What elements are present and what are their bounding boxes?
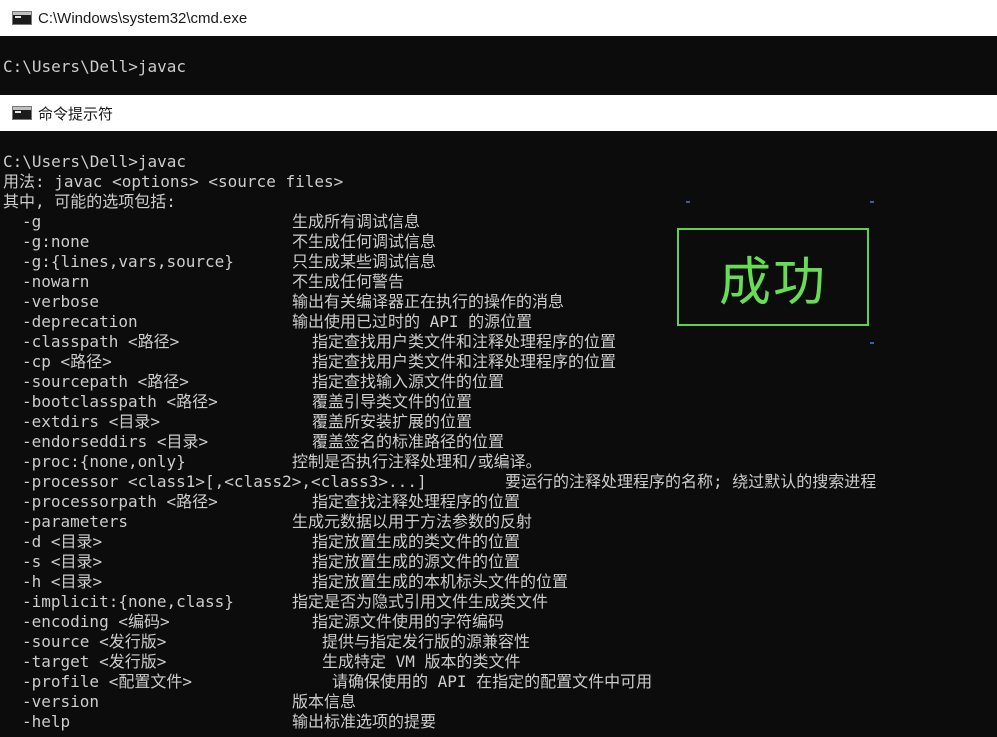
window-title: 命令提示符 [38, 105, 114, 123]
option-row: -proc:{none,only} 控制是否执行注释处理和/或编译。 [0, 452, 997, 472]
option-description: 提供与指定发行版的源兼容性 [322, 632, 531, 651]
option-flag: -proc:{none,only} [22, 452, 186, 471]
options-intro: 其中, 可能的选项包括: [3, 192, 176, 211]
option-description: 控制是否执行注释处理和/或编译。 [292, 452, 542, 471]
corner-mark [870, 342, 874, 344]
title-bar-cmd[interactable]: C:\Windows\system32\cmd.exe [0, 0, 997, 36]
terminal-pane-2[interactable]: C:\Users\Dell>javac 用法: javac <options> … [0, 131, 997, 737]
option-flag: -encoding <编码> [22, 612, 170, 631]
option-flag: -g [22, 212, 42, 231]
option-row: -extdirs <目录> 覆盖所安装扩展的位置 [0, 412, 997, 432]
option-description: 指定放置生成的源文件的位置 [312, 552, 521, 571]
option-flag: -parameters [22, 512, 128, 531]
option-flag: -classpath <路径> [22, 332, 180, 351]
option-description: 不生成任何警告 [292, 272, 405, 291]
usage-line: 用法: javac <options> <source files> [3, 172, 344, 191]
prompt-line: C:\Users\Dell>javac [3, 57, 187, 76]
cmd-icon [12, 11, 32, 25]
window-title: C:\Windows\system32\cmd.exe [38, 9, 248, 27]
option-row: -profile <配置文件> 请确保使用的 API 在指定的配置文件中可用 [0, 672, 997, 692]
option-flag: -sourcepath <路径> [22, 372, 189, 391]
success-annotation: 成功 [677, 228, 869, 326]
option-row: -source <发行版> 提供与指定发行版的源兼容性 [0, 632, 997, 652]
option-flag: -profile <配置文件> [22, 672, 192, 691]
option-description: 指定查找注释处理程序的位置 [312, 492, 521, 511]
option-description: 只生成某些调试信息 [292, 252, 437, 271]
prompt-line: C:\Users\Dell>javac [3, 152, 187, 171]
option-row: -d <目录> 指定放置生成的类文件的位置 [0, 532, 997, 552]
option-flag: -target <发行版> [22, 652, 167, 671]
option-description: 指定放置生成的本机标头文件的位置 [312, 572, 569, 591]
option-flag: -implicit:{none,class} [22, 592, 234, 611]
option-description: 输出标准选项的提要 [292, 712, 437, 731]
option-row: -target <发行版> 生成特定 VM 版本的类文件 [0, 652, 997, 672]
option-flag: -source <发行版> [22, 632, 167, 651]
option-description: 生成元数据以用于方法参数的反射 [292, 512, 533, 531]
option-row: -implicit:{none,class} 指定是否为隐式引用文件生成类文件 [0, 592, 997, 612]
option-row: -version 版本信息 [0, 692, 997, 712]
option-row: -classpath <路径> 指定查找用户类文件和注释处理程序的位置 [0, 332, 997, 352]
option-row: -s <目录> 指定放置生成的源文件的位置 [0, 552, 997, 572]
option-description: 覆盖引导类文件的位置 [312, 392, 473, 411]
option-description: 指定放置生成的类文件的位置 [312, 532, 521, 551]
option-description: 生成所有调试信息 [292, 212, 421, 231]
option-description: 不生成任何调试信息 [292, 232, 437, 251]
option-flag: -g:none [22, 232, 90, 251]
option-description: 指定查找用户类文件和注释处理程序的位置 [312, 352, 617, 371]
option-flag: -h <目录> [22, 572, 103, 591]
title-bar-command-prompt[interactable]: 命令提示符 [0, 95, 997, 131]
option-row: -sourcepath <路径> 指定查找输入源文件的位置 [0, 372, 997, 392]
option-row: -bootclasspath <路径> 覆盖引导类文件的位置 [0, 392, 997, 412]
option-flag: -cp <路径> [22, 352, 112, 371]
option-description: 覆盖所安装扩展的位置 [312, 412, 473, 431]
option-flag: -d <目录> [22, 532, 103, 551]
option-description: 请确保使用的 API 在指定的配置文件中可用 [332, 672, 653, 691]
corner-mark [870, 201, 874, 203]
option-flag: -endorseddirs <目录> [22, 432, 209, 451]
option-row: -encoding <编码> 指定源文件使用的字符编码 [0, 612, 997, 632]
option-flag: -deprecation [22, 312, 138, 331]
option-row: -help 输出标准选项的提要 [0, 712, 997, 732]
option-description: 版本信息 [292, 692, 357, 711]
option-flag: -version [22, 692, 100, 711]
option-row: -cp <路径> 指定查找用户类文件和注释处理程序的位置 [0, 352, 997, 372]
option-flag: -processor <class1>[,<class2>,<class3>..… [22, 472, 427, 491]
option-flag: -verbose [22, 292, 100, 311]
option-flag: -processorpath <路径> [22, 492, 218, 511]
option-row: -parameters 生成元数据以用于方法参数的反射 [0, 512, 997, 532]
option-flag: -s <目录> [22, 552, 103, 571]
option-description: 指定源文件使用的字符编码 [312, 612, 505, 631]
option-row: -processor <class1>[,<class2>,<class3>..… [0, 472, 997, 492]
option-flag: -bootclasspath <路径> [22, 392, 218, 411]
option-flag: -help [22, 712, 71, 731]
option-description: 输出使用已过时的 API 的源位置 [292, 312, 533, 331]
terminal-pane-1[interactable]: C:\Users\Dell>javac [0, 36, 997, 95]
option-description: 输出有关编译器正在执行的操作的消息 [292, 292, 565, 311]
option-row: -processorpath <路径> 指定查找注释处理程序的位置 [0, 492, 997, 512]
option-description: 要运行的注释处理程序的名称; 绕过默认的搜索进程 [505, 472, 877, 491]
option-flag: -g:{lines,vars,source} [22, 252, 234, 271]
option-description: 指定查找输入源文件的位置 [312, 372, 505, 391]
option-description: 指定是否为隐式引用文件生成类文件 [292, 592, 549, 611]
option-description: 覆盖签名的标准路径的位置 [312, 432, 505, 451]
option-flag: -extdirs <目录> [22, 412, 160, 431]
option-description: 生成特定 VM 版本的类文件 [322, 652, 521, 671]
option-description: 指定查找用户类文件和注释处理程序的位置 [312, 332, 617, 351]
option-flag: -nowarn [22, 272, 90, 291]
option-row: -endorseddirs <目录> 覆盖签名的标准路径的位置 [0, 432, 997, 452]
option-row: -h <目录> 指定放置生成的本机标头文件的位置 [0, 572, 997, 592]
cmd-icon [12, 106, 32, 120]
corner-mark [686, 201, 690, 203]
